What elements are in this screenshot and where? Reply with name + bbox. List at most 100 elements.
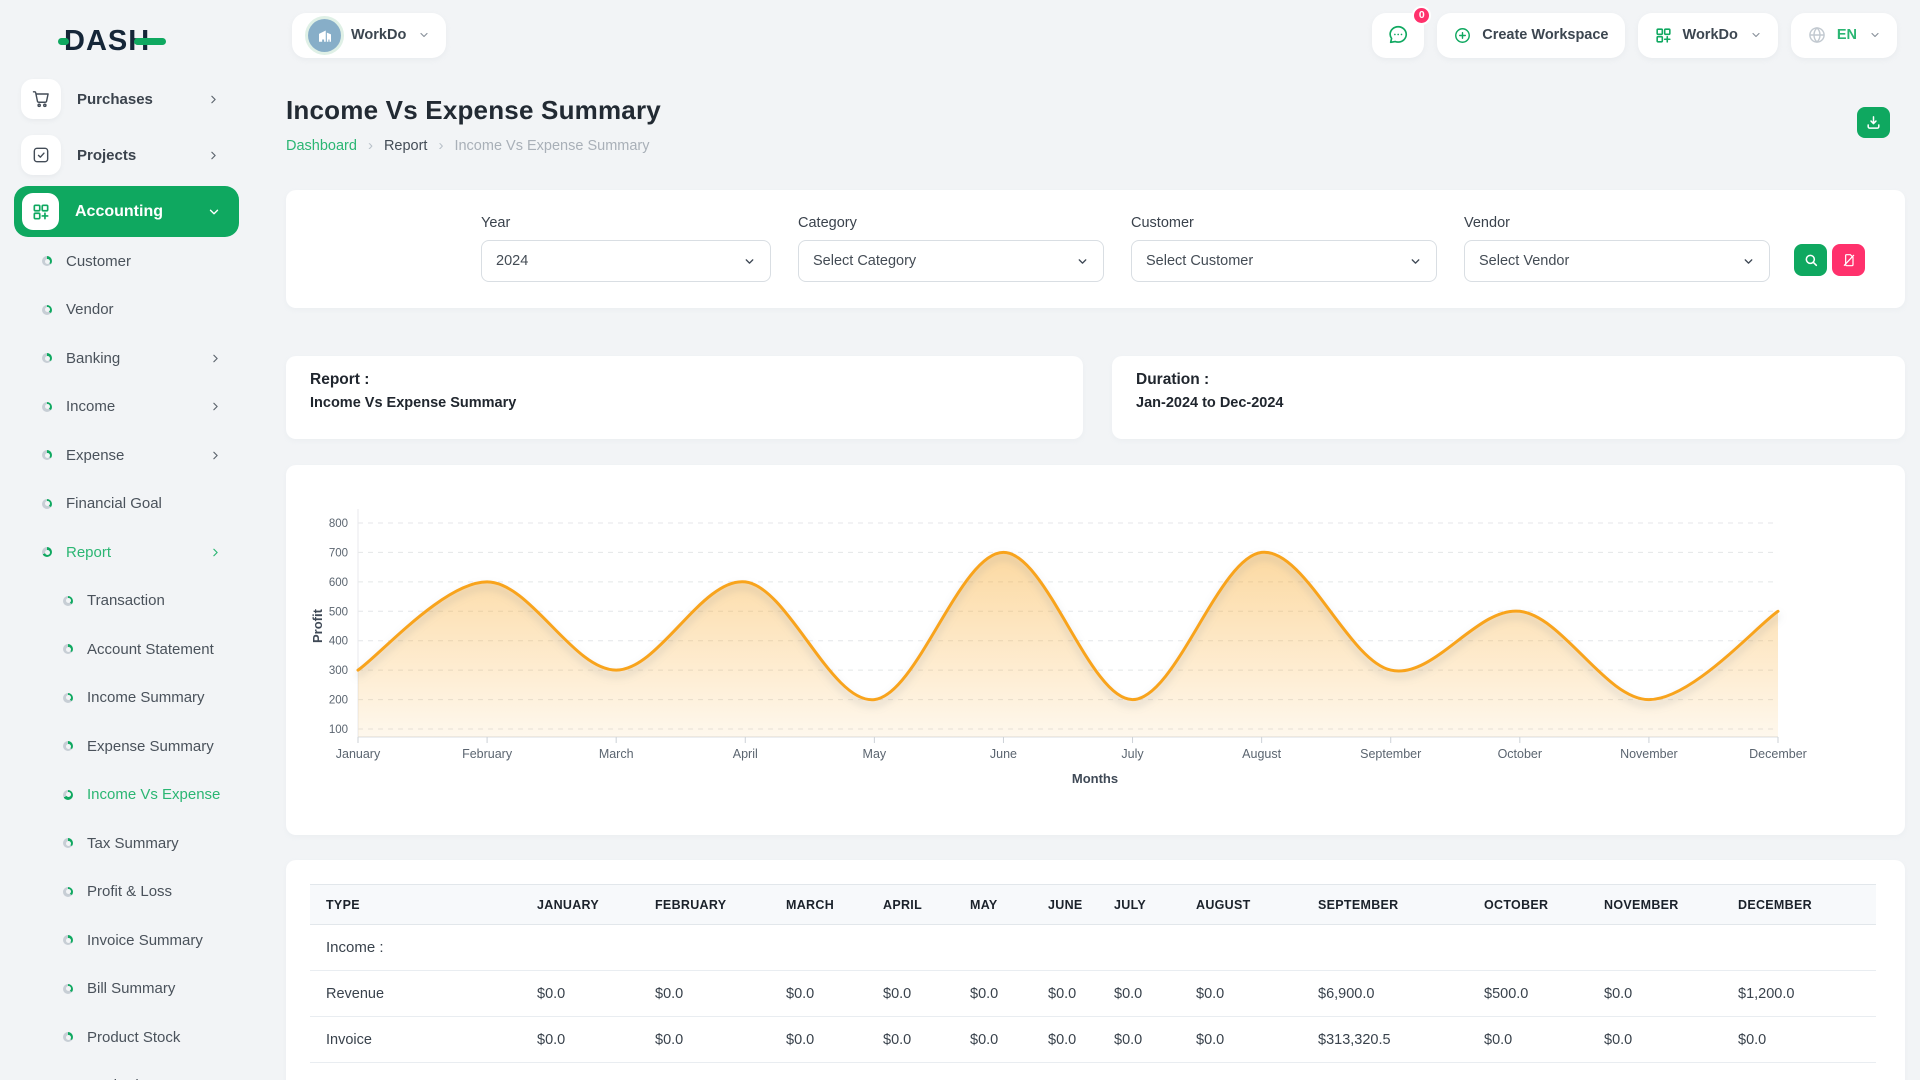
cell-value: $1,200.0 xyxy=(1722,971,1876,1017)
search-button[interactable] xyxy=(1794,244,1827,276)
bullet-icon xyxy=(42,499,52,509)
filter-field-customer: Customer Select Customer xyxy=(1131,215,1437,282)
search-icon xyxy=(1803,252,1819,268)
sidebar-item-label: Profit & Loss xyxy=(87,883,172,900)
income-expense-table: TYPEJANUARYFEBRUARYMARCHAPRILMAYJUNEJULY… xyxy=(310,884,1876,1080)
filter-field-vendor: Vendor Select Vendor xyxy=(1464,215,1770,282)
filter-label: Customer xyxy=(1131,215,1437,231)
breadcrumb: Dashboard›Report›Income Vs Expense Summa… xyxy=(286,137,1905,154)
create-workspace-label: Create Workspace xyxy=(1482,27,1608,43)
breadcrumb-item-dashboard[interactable]: Dashboard xyxy=(286,138,357,154)
clear-filter-button[interactable] xyxy=(1832,244,1865,276)
sidebar-item-income-vs-expense[interactable]: Income Vs Expense xyxy=(0,771,242,820)
download-button[interactable] xyxy=(1857,107,1890,138)
filter-fields: Year2024CategorySelect CategoryCustomerS… xyxy=(286,190,1905,282)
bullet-icon xyxy=(63,596,73,606)
sidebar-item-transaction[interactable]: Transaction xyxy=(0,577,242,626)
bullet-icon xyxy=(63,838,73,848)
sidebar-item-expense[interactable]: Expense xyxy=(0,431,242,480)
sidebar-item-report[interactable]: Report xyxy=(0,528,242,577)
select-customer[interactable]: Select Customer xyxy=(1131,240,1437,282)
svg-text:September: September xyxy=(1360,747,1421,761)
sidebar-item-bill-summary[interactable]: Bill Summary xyxy=(0,965,242,1014)
cell-value: $313,320.5 xyxy=(1302,1017,1468,1063)
sidebar-item-vendor[interactable]: Vendor xyxy=(0,286,242,335)
cell-value: $0.0 xyxy=(954,1017,1032,1063)
cell-value: $0.0 xyxy=(1032,971,1098,1017)
report-value: Income Vs Expense Summary xyxy=(310,395,1059,411)
messages-button[interactable]: 0 xyxy=(1372,13,1424,58)
select-vendor[interactable]: Select Vendor xyxy=(1464,240,1770,282)
sidebar-item-label: Transaction xyxy=(87,592,165,609)
cell-value: $0.0 xyxy=(1722,1017,1876,1063)
cell-value: $0.0 xyxy=(867,971,954,1017)
workspace-avatar xyxy=(308,19,341,52)
sidebar-item-profit-loss[interactable]: Profit & Loss xyxy=(0,868,242,917)
sidebar-item-invoice-summary[interactable]: Invoice Summary xyxy=(0,916,242,965)
sidebar-item-cash-flow[interactable]: Cash Flow xyxy=(0,1062,242,1080)
topbar-actions: 0 Create Workspace WorkDo EN xyxy=(1372,13,1897,58)
sidebar-item-income[interactable]: Income xyxy=(0,383,242,432)
svg-text:100: 100 xyxy=(329,724,348,736)
workspace-menu-label: WorkDo xyxy=(1683,27,1738,43)
sidebar-item-label: Product Stock xyxy=(87,1029,180,1046)
chevron-right-icon xyxy=(207,93,220,106)
chevron-right-icon xyxy=(207,149,220,162)
sidebar-item-expense-summary[interactable]: Expense Summary xyxy=(0,722,242,771)
cell-value: $0.0 xyxy=(639,971,770,1017)
column-header-april: APRIL xyxy=(867,885,954,925)
sidebar-item-product-stock[interactable]: Product Stock xyxy=(0,1013,242,1062)
column-header-september: SEPTEMBER xyxy=(1302,885,1468,925)
table-header-row: TYPEJANUARYFEBRUARYMARCHAPRILMAYJUNEJULY… xyxy=(310,885,1876,925)
cell-value: $0.0 xyxy=(1098,1017,1180,1063)
select-year[interactable]: 2024 xyxy=(481,240,771,282)
svg-text:May: May xyxy=(863,747,887,761)
filter-field-category: CategorySelect Category xyxy=(798,215,1104,282)
sidebar-item-purchases[interactable]: Purchases xyxy=(0,79,242,119)
grid-plus-icon xyxy=(1654,26,1673,45)
bullet-icon xyxy=(63,741,73,751)
select-category[interactable]: Select Category xyxy=(798,240,1104,282)
svg-text:January: January xyxy=(336,747,381,761)
bullet-icon xyxy=(63,644,73,654)
chevron-down-icon xyxy=(418,29,430,41)
cell-value: $0.0 xyxy=(1180,1017,1302,1063)
svg-text:400: 400 xyxy=(329,636,348,648)
workspace-switcher[interactable]: WorkDo xyxy=(292,13,446,58)
sidebar-item-projects[interactable]: Projects xyxy=(0,135,242,175)
workspace-menu-button[interactable]: WorkDo xyxy=(1638,13,1778,58)
notification-badge: 0 xyxy=(1412,6,1431,25)
cell-value: $0.0 xyxy=(770,971,867,1017)
bullet-icon xyxy=(63,984,73,994)
sidebar-item-tax-summary[interactable]: Tax Summary xyxy=(0,819,242,868)
sidebar-nav: Purchases Projects Accounting Customer Vendo… xyxy=(0,79,242,1080)
duration-label: Duration : xyxy=(1136,371,1881,389)
column-header-march: MARCH xyxy=(770,885,867,925)
page-title: Income Vs Expense Summary xyxy=(286,95,1905,126)
sidebar-item-customer[interactable]: Customer xyxy=(0,237,242,286)
chat-icon xyxy=(1387,24,1409,46)
select-value: Select Vendor xyxy=(1479,253,1569,269)
bullet-icon xyxy=(63,790,73,800)
sidebar: DASH PurchasesProjectsAccountingCustomer… xyxy=(0,0,242,1080)
column-header-may: MAY xyxy=(954,885,1032,925)
sidebar-item-label: Expense Summary xyxy=(87,738,214,755)
table-row: Revenue$0.0$0.0$0.0$0.0$0.0$0.0$0.0$0.0$… xyxy=(310,971,1876,1017)
filter-label: Vendor xyxy=(1464,215,1770,231)
sidebar-item-financial-goal[interactable]: Financial Goal xyxy=(0,480,242,529)
sidebar-item-label: Income Summary xyxy=(87,689,205,706)
create-workspace-button[interactable]: Create Workspace xyxy=(1437,13,1624,58)
breadcrumb-item-report[interactable]: Report xyxy=(384,138,428,154)
cell-value: $0.0 xyxy=(1588,1017,1722,1063)
download-icon xyxy=(1865,114,1882,131)
plus-circle-icon xyxy=(1453,26,1472,45)
language-button[interactable]: EN xyxy=(1791,13,1897,58)
sidebar-item-income-summary[interactable]: Income Summary xyxy=(0,674,242,723)
sidebar-item-banking[interactable]: Banking xyxy=(0,334,242,383)
sidebar-item-accounting[interactable]: Accounting xyxy=(14,186,239,237)
chart-card: 100200300400500600700800JanuaryFebruaryM… xyxy=(286,465,1905,835)
sidebar-item-account-statement[interactable]: Account Statement xyxy=(0,625,242,674)
column-header-july: JULY xyxy=(1098,885,1180,925)
language-label: EN xyxy=(1837,27,1857,43)
sidebar-item-label: Customer xyxy=(66,253,131,270)
